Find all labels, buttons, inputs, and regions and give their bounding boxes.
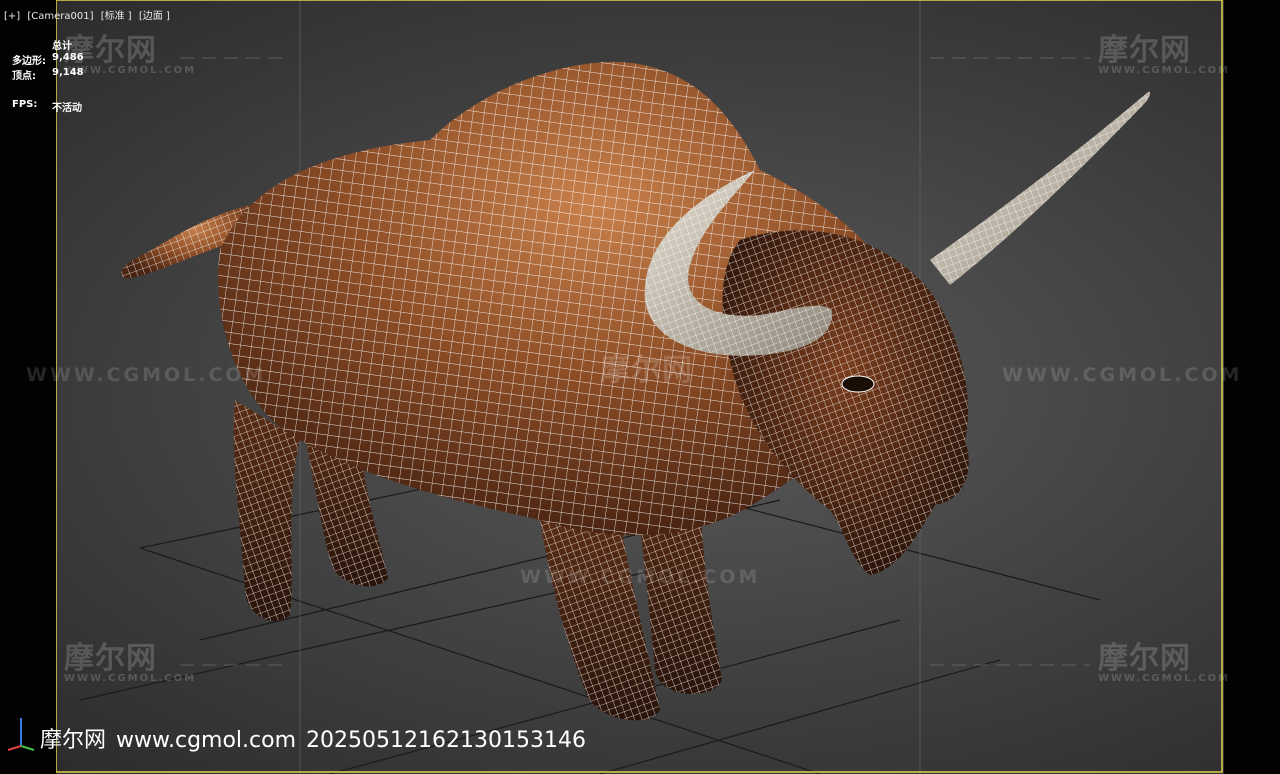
watermark-top-left: 摩尔网 WWW.CGMOL.COM: [64, 33, 197, 76]
footer-url: www.cgmol.com: [116, 728, 297, 753]
right-black-strip: [1224, 0, 1280, 774]
polygons-label: 多边形:: [12, 56, 46, 67]
3d-viewport[interactable]: [+] [Camera001] [标准 ] [边面 ] 总计 多边形: 9,48…: [0, 0, 1280, 774]
viewport-display-menu[interactable]: [边面 ]: [139, 11, 170, 22]
footer-site-name: 摩尔网: [40, 728, 107, 753]
fps-value: 不活动: [52, 103, 82, 114]
footer-id: 20250512162130153146: [306, 728, 586, 753]
watermark-bottom-right: 摩尔网 WWW.CGMOL.COM: [1098, 641, 1231, 684]
left-black-strip: [0, 0, 56, 774]
watermark-url-right: WWW.CGMOL.COM: [1002, 364, 1243, 386]
viewport-shading-menu[interactable]: [标准 ]: [101, 11, 132, 22]
eye-icon: [841, 375, 875, 393]
stats-vertices: 顶点: 9,148: [12, 67, 84, 82]
viewport-label-menu[interactable]: [+] [Camera001] [标准 ] [边面 ]: [4, 7, 174, 22]
vertices-label: 顶点:: [12, 71, 36, 82]
watermark-url-left: WWW.CGMOL.COM: [26, 364, 267, 386]
fps-label: FPS:: [12, 99, 38, 110]
stats-polygons: 多边形: 9,486: [12, 52, 84, 67]
bison-head: [722, 230, 969, 576]
stats-fps: FPS: 不活动: [12, 99, 82, 114]
viewport-plus-menu[interactable]: [+]: [4, 11, 20, 22]
watermark-top-right: 摩尔网 WWW.CGMOL.COM: [1098, 33, 1231, 76]
footer-watermark: 摩尔网 www.cgmol.com 20250512162130153146: [40, 722, 596, 754]
watermark-url-center: WWW.CGMOL.COM: [520, 566, 761, 588]
viewport-camera-menu[interactable]: [Camera001]: [27, 11, 93, 22]
axis-gizmo-icon: [7, 718, 35, 751]
watermark-bottom-left: 摩尔网 WWW.CGMOL.COM: [64, 641, 197, 684]
watermark-center: 摩尔网: [600, 353, 693, 388]
